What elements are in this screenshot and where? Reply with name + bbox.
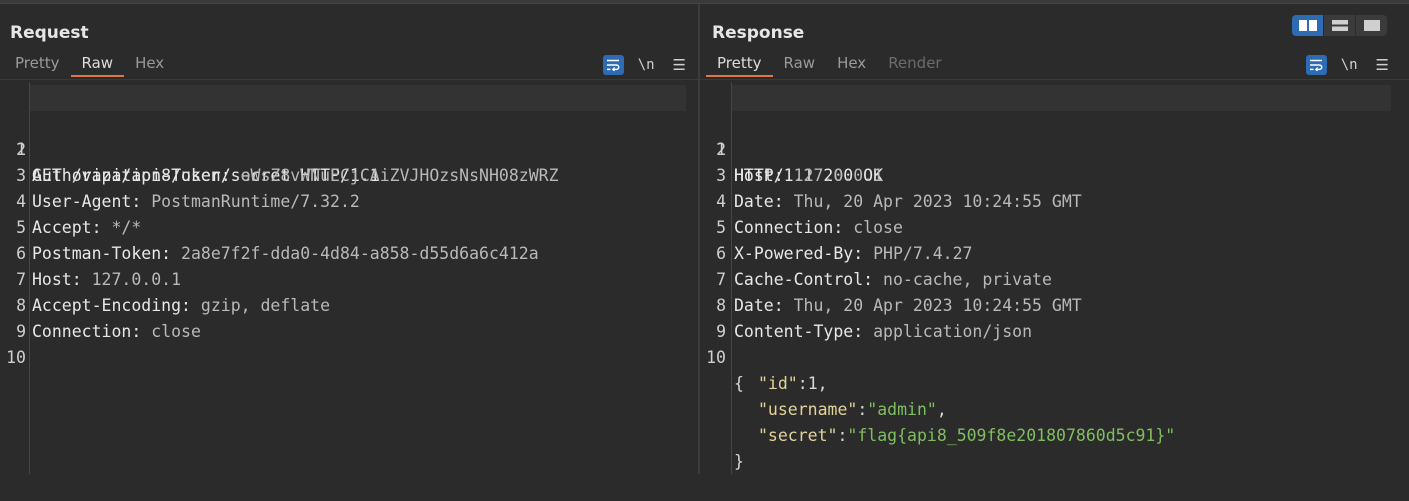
request-tab-raw[interactable]: Raw bbox=[70, 53, 125, 77]
request-line: 9 bbox=[0, 293, 698, 341]
request-menu-icon[interactable]: ☰ bbox=[673, 56, 686, 74]
response-line: 4 Connection: close bbox=[700, 163, 1409, 237]
layout-stacked-button[interactable] bbox=[1323, 15, 1355, 36]
response-menu-icon[interactable]: ☰ bbox=[1376, 56, 1389, 74]
response-line: 10 { bbox=[700, 319, 1409, 393]
request-line: 3 User-Agent: PostmanRuntime/7.32.2 bbox=[0, 137, 698, 211]
request-line: 4 Accept: */* bbox=[0, 163, 698, 237]
response-tab-pretty[interactable]: Pretty bbox=[706, 53, 773, 77]
response-tab-render[interactable]: Render bbox=[877, 53, 952, 77]
request-line: 10 bbox=[0, 319, 698, 367]
response-editor[interactable]: 1 HTTP/1.1 200 OK 2 Host: 127.0.0.1 3 Da… bbox=[700, 82, 1409, 474]
request-line: 8 Connection: close bbox=[0, 267, 698, 341]
response-tab-hex[interactable]: Hex bbox=[826, 53, 877, 77]
word-wrap-icon bbox=[607, 59, 620, 71]
json-close-brace: } bbox=[734, 452, 744, 471]
request-pane: Request Pretty Raw Hex \n ☰ 1 GET /vapi/… bbox=[0, 4, 698, 474]
json-line: "id":1, bbox=[700, 345, 1409, 393]
request-line: 2 Authorization-Token: oWsZ8vWNuECjCAiZV… bbox=[0, 111, 698, 185]
line-number: 10 bbox=[6, 348, 26, 367]
layout-tabs-button[interactable] bbox=[1355, 15, 1387, 36]
word-wrap-icon bbox=[1310, 59, 1323, 71]
response-wrap-lines-button[interactable] bbox=[1305, 55, 1327, 75]
json-line: "username":"admin", bbox=[700, 371, 1409, 419]
line-content: } bbox=[734, 449, 744, 475]
request-line: 1 GET /vapi/api8/user/secret HTTP/1.1 bbox=[0, 85, 698, 185]
response-line: 3 Date: Thu, 20 Apr 2023 10:24:55 GMT bbox=[700, 137, 1409, 211]
response-show-newlines-button[interactable]: \n bbox=[1341, 57, 1358, 73]
rows-icon bbox=[1331, 20, 1348, 31]
request-wrap-lines-button[interactable] bbox=[602, 55, 624, 75]
single-pane-icon bbox=[1363, 20, 1380, 31]
response-line: 6 Cache-Control: no-cache, private bbox=[700, 215, 1409, 289]
response-line: 8 Content-Type: application/json bbox=[700, 267, 1409, 341]
request-toolbar: \n ☰ bbox=[602, 54, 686, 76]
request-editor[interactable]: 1 GET /vapi/api8/user/secret HTTP/1.1 2 … bbox=[0, 82, 698, 474]
request-tabs: Pretty Raw Hex bbox=[4, 53, 175, 79]
request-line: 6 Host: 127.0.0.1 bbox=[0, 215, 698, 289]
request-title: Request bbox=[10, 23, 89, 43]
request-line: 7 Accept-Encoding: gzip, deflate bbox=[0, 241, 698, 315]
columns-icon bbox=[1298, 20, 1317, 31]
response-tab-raw[interactable]: Raw bbox=[773, 53, 827, 77]
current-line-highlight bbox=[732, 85, 1391, 111]
response-line: 2 Host: 127.0.0.1 bbox=[700, 111, 1409, 185]
response-title: Response bbox=[712, 23, 805, 43]
layout-switcher bbox=[1292, 15, 1387, 36]
request-tab-hex[interactable]: Hex bbox=[124, 53, 175, 77]
response-tabs: Pretty Raw Hex Render bbox=[706, 53, 953, 79]
request-tab-divider bbox=[0, 79, 698, 80]
response-tab-divider bbox=[700, 79, 1409, 80]
response-line: 9 bbox=[700, 293, 1409, 341]
response-line: 7 Date: Thu, 20 Apr 2023 10:24:55 GMT bbox=[700, 241, 1409, 315]
layout-side-by-side-button[interactable] bbox=[1292, 15, 1323, 36]
request-line: 5 Postman-Token: 2a8e7f2f-dda0-4d84-a858… bbox=[0, 189, 698, 263]
current-line-highlight bbox=[30, 85, 686, 111]
response-pane: Response Pretty Raw Hex Render \n ☰ 1 HT… bbox=[700, 4, 1409, 474]
json-line: } bbox=[700, 423, 1409, 471]
json-line: "secret":"flag{api8_509f8e201807860d5c91… bbox=[700, 397, 1409, 445]
response-toolbar: \n ☰ bbox=[1305, 54, 1389, 76]
response-line: 1 HTTP/1.1 200 OK bbox=[700, 85, 1409, 185]
request-tab-pretty[interactable]: Pretty bbox=[4, 53, 71, 77]
response-line: 5 X-Powered-By: PHP/7.4.27 bbox=[700, 189, 1409, 263]
request-show-newlines-button[interactable]: \n bbox=[638, 57, 655, 73]
